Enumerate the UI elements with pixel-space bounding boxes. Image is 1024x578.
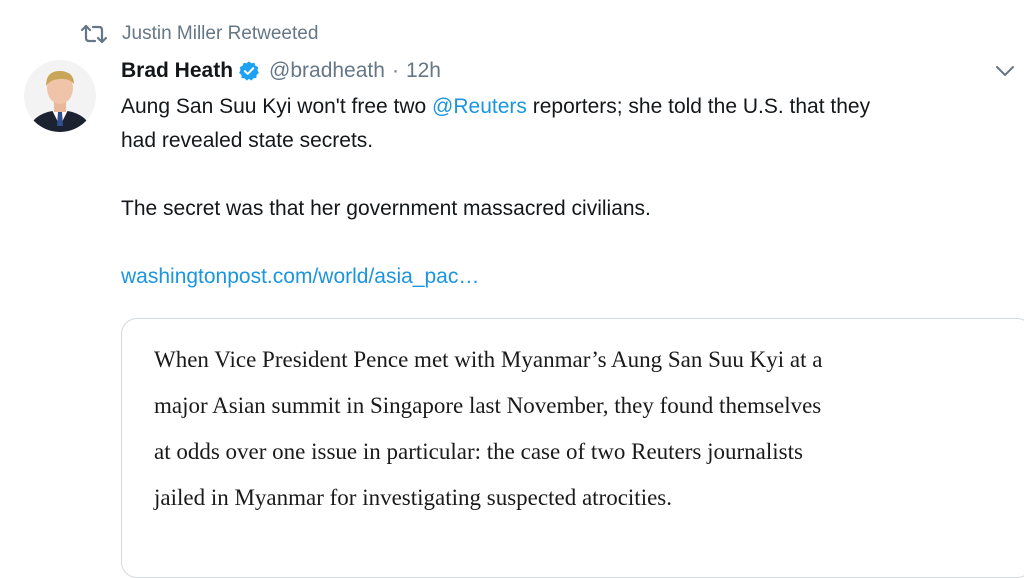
author-name[interactable]: Brad Heath bbox=[121, 59, 233, 83]
card-quote-line: at odds over one issue in particular: th… bbox=[154, 439, 803, 464]
author-handle[interactable]: @bradheath bbox=[269, 59, 385, 83]
tweet-paragraph-2: The secret was that her government massa… bbox=[121, 197, 651, 220]
card-quote-text[interactable]: When Vice President Pence met with Myanm… bbox=[154, 337, 1014, 521]
card-quote-line: When Vice President Pence met with Myanm… bbox=[154, 347, 823, 372]
tweet-text-part: Aung San Suu Kyi won't free two bbox=[121, 95, 433, 118]
timestamp[interactable]: 12h bbox=[406, 59, 441, 83]
chevron-down-icon[interactable] bbox=[994, 64, 1016, 78]
retweet-icon bbox=[80, 24, 108, 44]
tweet-text: Aung San Suu Kyi won't free two @Reuters… bbox=[121, 90, 1021, 294]
mention-link[interactable]: @Reuters bbox=[432, 95, 527, 118]
avatar[interactable] bbox=[24, 60, 96, 132]
tweet-line-1: Aung San Suu Kyi won't free two @Reuters… bbox=[121, 90, 1021, 124]
card-quote-line: major Asian summit in Singapore last Nov… bbox=[154, 393, 822, 418]
card-quote-line: jailed in Myanmar for investigating susp… bbox=[154, 485, 672, 510]
tweet-header: Brad Heath @bradheath · 12h bbox=[121, 56, 441, 86]
tweet-text-part: reporters; she told the U.S. that they bbox=[526, 95, 871, 118]
separator-dot: · bbox=[391, 59, 399, 82]
tweet-line-2: had revealed state secrets. bbox=[121, 129, 374, 152]
retweeted-by-label[interactable]: Justin Miller Retweeted bbox=[122, 23, 318, 45]
verified-badge-icon bbox=[238, 60, 260, 82]
article-link[interactable]: washingtonpost.com/world/asia_pac… bbox=[121, 265, 479, 288]
retweet-context: Justin Miller Retweeted bbox=[80, 20, 318, 48]
